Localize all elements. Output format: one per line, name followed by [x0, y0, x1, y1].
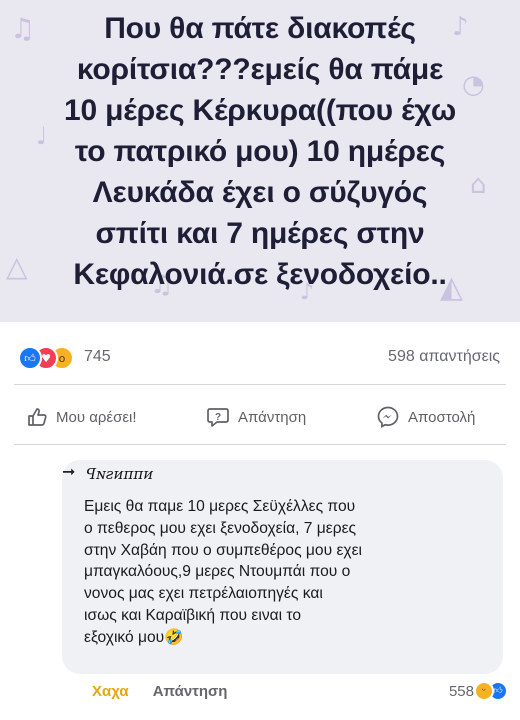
comment-line: ο πεθερος μου εχει ξενοδοχεία, 7 μερες — [84, 519, 357, 537]
send-button[interactable]: Αποστολή — [376, 404, 475, 430]
pointer-arrow-icon: ➞ — [62, 464, 76, 481]
comment-reaction-count[interactable]: 558 — [449, 683, 474, 700]
divider — [14, 444, 506, 445]
reaction-count[interactable]: 745 — [84, 348, 111, 366]
like-icon: 👍︎ — [18, 346, 42, 370]
comment-haha-button[interactable]: Χαχα — [92, 683, 129, 700]
svg-text:?: ? — [215, 412, 221, 423]
haha-icon: ᵕ — [474, 681, 494, 701]
divider — [14, 384, 506, 385]
comment-line: στην Χαβάη που ο συμπεθέρος μου εχει — [84, 541, 362, 559]
thumbs-up-icon — [28, 408, 47, 426]
comment-reply-button[interactable]: Απάντηση — [153, 683, 228, 700]
messenger-icon — [377, 406, 399, 428]
comment-line: ισως και Καραϊβική που ειναι το — [84, 606, 302, 624]
comment-button[interactable]: ? Απάντηση — [206, 404, 306, 430]
send-label: Αποστολή — [408, 408, 476, 426]
like-label: Μου αρέσει! — [56, 408, 137, 426]
like-button[interactable]: Μου αρέσει! — [26, 404, 137, 430]
post-line: Κεφαλονιά.σε ξενοδοχείο.. — [73, 258, 447, 291]
comment-reaction-icons[interactable]: ᵕ 👍︎ — [474, 681, 510, 701]
post-line: το πατρικό μου) 10 ημέρες — [74, 135, 446, 168]
post-line: κορίτσια???εμείς θα πάμε — [76, 53, 444, 86]
post-background: ♫ ♪ ◔ ♩ ⌂ △ ♫ ◭ ♪ Που θα πάτε διακοπές κ… — [0, 0, 520, 322]
post-line: 10 μέρες Κέρκυρα((που έχω — [63, 94, 457, 127]
post-line: σπίτι και 7 ημέρες στην — [95, 217, 425, 250]
post-line: Που θα πάτε διακοπές — [104, 12, 416, 45]
replies-count-link[interactable]: 598 απαντήσεις — [388, 348, 500, 366]
post-line: Λευκάδα έχει ο σύζυγός — [92, 176, 428, 209]
comment-icon: ? — [207, 408, 229, 427]
comment-line: εξοχικό μου🤣 — [84, 628, 184, 646]
comment-line: μπαγκαλόους,9 μερες Ντουμπάι που ο — [84, 563, 351, 581]
comment-line: νονος μας εχει πετρέλαιοπηγές και — [84, 585, 323, 603]
comment-author[interactable]: ꟼɴꙅᴎᴨᴨᴎ — [86, 465, 153, 483]
comment-label: Απάντηση — [238, 408, 307, 426]
comment-text: Εμεις θα παμε 10 μερες Σεϋχέλλες που ο π… — [84, 496, 496, 649]
comment-line: Εμεις θα παμε 10 μερες Σεϋχέλλες που — [84, 498, 356, 515]
comment-actions: Χαχα Απάντηση — [92, 683, 227, 700]
post-text: Που θα πάτε διακοπές κορίτσια???εμείς θα… — [6, 8, 514, 295]
